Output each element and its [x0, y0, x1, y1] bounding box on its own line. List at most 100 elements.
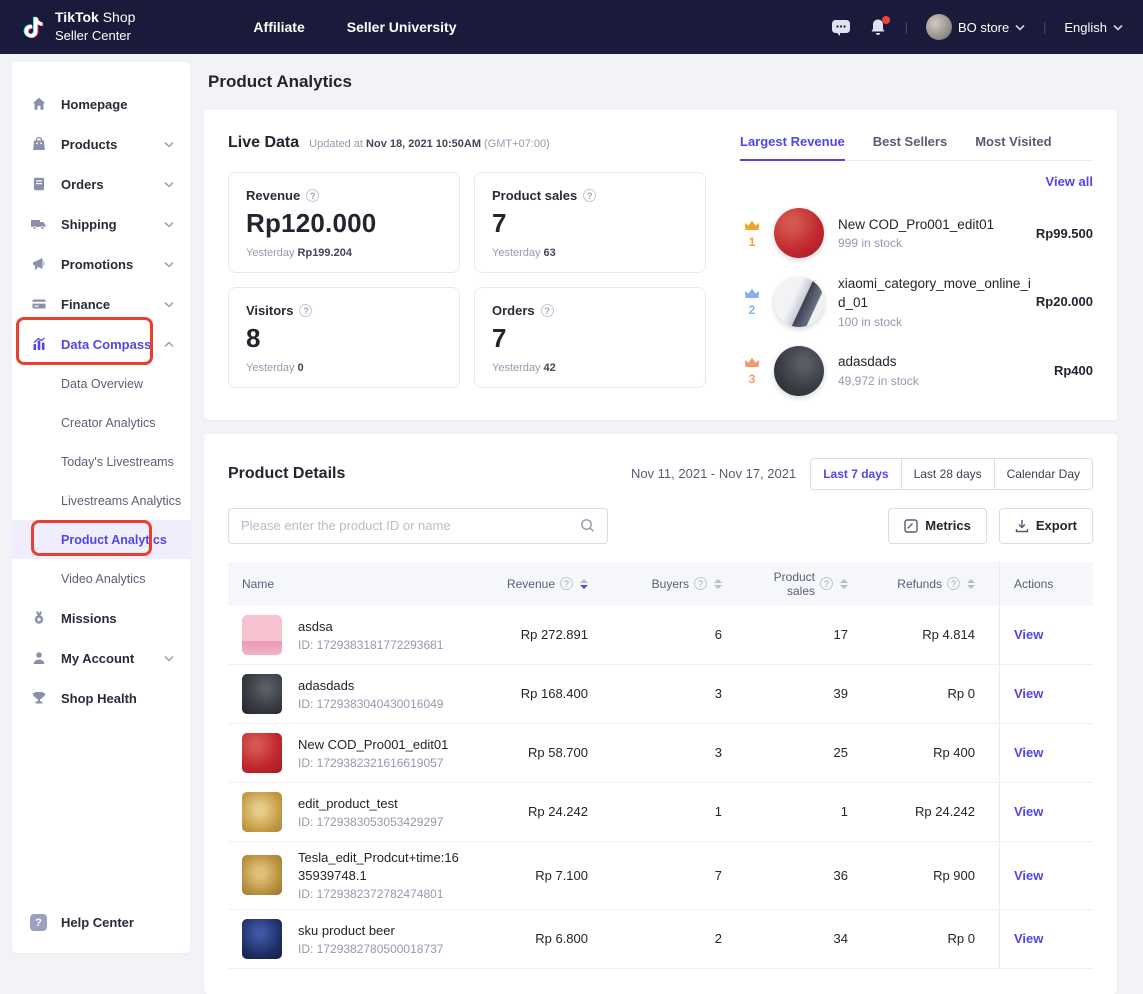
sidebar-subitem-livestreams-analytics[interactable]: Livestreams Analytics [12, 481, 190, 520]
search-icon[interactable] [580, 518, 595, 533]
column-header-buyers[interactable]: Buyers [624, 562, 744, 606]
shopping-bag-icon [30, 136, 47, 153]
view-link[interactable]: View [1014, 627, 1043, 642]
date-range-label: Nov 11, 2021 - Nov 17, 2021 [631, 466, 796, 481]
nav-link-affiliate[interactable]: Affiliate [253, 19, 304, 35]
notifications-bell-icon[interactable] [869, 18, 887, 37]
metrics-button[interactable]: Metrics [888, 508, 987, 544]
help-tooltip-icon[interactable] [583, 189, 596, 202]
sidebar-subitem-todays-livestreams[interactable]: Today's Livestreams [12, 442, 190, 481]
sidebar-subitem-video-analytics[interactable]: Video Analytics [12, 559, 190, 598]
buyers-value: 2 [624, 910, 744, 968]
tab-best-sellers[interactable]: Best Sellers [873, 134, 947, 160]
stat-card-orders: Orders 7 Yesterday42 [474, 287, 706, 388]
store-switcher[interactable]: BO store [926, 14, 1025, 40]
sidebar-item-missions[interactable]: Missions [12, 598, 190, 638]
revenue-value: Rp 24.242 [474, 783, 624, 841]
export-button[interactable]: Export [999, 508, 1093, 544]
product-sales-value: 17 [744, 606, 874, 664]
product-sales-value: 25 [744, 724, 874, 782]
period-calendar-day[interactable]: Calendar Day [995, 458, 1093, 490]
chevron-down-icon [164, 181, 174, 188]
product-name: Tesla_edit_Prodcut+time:1635939748.1 [298, 849, 464, 884]
tab-largest-revenue[interactable]: Largest Revenue [740, 134, 845, 160]
help-tooltip-icon[interactable] [694, 577, 707, 590]
help-tooltip-icon[interactable] [306, 189, 319, 202]
sort-icon[interactable] [580, 579, 588, 589]
nav-link-seller-university[interactable]: Seller University [347, 19, 457, 35]
period-last-7-days[interactable]: Last 7 days [810, 458, 901, 490]
sidebar-item-help-center[interactable]: Help Center [12, 914, 190, 931]
sidebar-subitem-product-analytics[interactable]: Product Analytics [12, 520, 190, 559]
product-image [242, 615, 282, 655]
product-image [242, 919, 282, 959]
column-header-actions: Actions [999, 562, 1093, 606]
help-tooltip-icon[interactable] [541, 304, 554, 317]
sidebar-item-promotions[interactable]: Promotions [12, 244, 190, 284]
nav-links: Affiliate Seller University [253, 19, 456, 35]
chat-icon[interactable] [831, 18, 851, 36]
view-link[interactable]: View [1014, 745, 1043, 760]
product-search-input[interactable] [241, 518, 580, 533]
download-icon [1015, 519, 1029, 533]
stat-value: 7 [492, 208, 688, 239]
ranking-item[interactable]: 1 New COD_Pro001_edit01 999 in stock Rp9… [740, 208, 1093, 258]
sidebar-item-data-compass[interactable]: Data Compass [12, 324, 190, 364]
period-last-28-days[interactable]: Last 28 days [902, 458, 995, 490]
ranked-product-name: adasdads [838, 353, 1034, 372]
stat-card-visitors: Visitors 8 Yesterday0 [228, 287, 460, 388]
tab-most-visited[interactable]: Most Visited [975, 134, 1051, 160]
product-search-box[interactable] [228, 508, 608, 544]
ranking-item[interactable]: 3 adasdads 49,972 in stock Rp400 [740, 346, 1093, 396]
view-link[interactable]: View [1014, 868, 1043, 883]
product-id: ID: 1729382372782474801 [298, 887, 464, 901]
view-link[interactable]: View [1014, 931, 1043, 946]
store-name: BO store [958, 20, 1009, 35]
sort-icon[interactable] [967, 579, 975, 589]
revenue-value: Rp 58.700 [474, 724, 624, 782]
help-tooltip-icon[interactable] [560, 577, 573, 590]
help-tooltip-icon[interactable] [820, 577, 833, 590]
view-link[interactable]: View [1014, 804, 1043, 819]
sidebar-subitem-creator-analytics[interactable]: Creator Analytics [12, 403, 190, 442]
product-name: New COD_Pro001_edit01 [298, 736, 448, 754]
product-name: adasdads [298, 677, 443, 695]
sort-icon[interactable] [840, 579, 848, 589]
ranked-product-revenue: Rp400 [1054, 363, 1093, 378]
ranked-product-name: New COD_Pro001_edit01 [838, 216, 1034, 235]
sidebar-item-shop-health[interactable]: Shop Health [12, 678, 190, 718]
nav-separator: | [1043, 20, 1046, 34]
sidebar-item-my-account[interactable]: My Account [12, 638, 190, 678]
language-selector[interactable]: English [1064, 20, 1123, 35]
top-navbar: TikTok Shop Seller Center Affiliate Sell… [0, 0, 1143, 54]
table-row: edit_product_test ID: 172938305305342929… [228, 783, 1093, 842]
brand-logo[interactable]: TikTok Shop Seller Center [20, 9, 135, 46]
live-data-updated: Updated at Nov 18, 2021 10:50AM (GMT+07:… [309, 138, 550, 150]
megaphone-icon [30, 256, 47, 273]
crown-icon [744, 218, 760, 236]
sidebar-item-shipping[interactable]: Shipping [12, 204, 190, 244]
help-tooltip-icon[interactable] [299, 304, 312, 317]
sidebar-item-orders[interactable]: Orders [12, 164, 190, 204]
sidebar-item-finance[interactable]: Finance [12, 284, 190, 324]
sidebar-item-homepage[interactable]: Homepage [12, 84, 190, 124]
sort-icon[interactable] [714, 579, 722, 589]
chevron-up-icon [164, 341, 174, 348]
column-header-product-sales[interactable]: Product sales [744, 562, 874, 606]
help-tooltip-icon[interactable] [947, 577, 960, 590]
view-link[interactable]: View [1014, 686, 1043, 701]
ranking-item[interactable]: 2 xiaomi_category_move_online_id_01 100 … [740, 275, 1093, 329]
table-row: asdsa ID: 1729383181772293681 Rp 272.891… [228, 606, 1093, 665]
crown-icon [744, 355, 760, 373]
sidebar: Homepage Products Orders Shipping Promot… [12, 62, 190, 953]
stat-value: 8 [246, 323, 442, 354]
products-table: Name Revenue Buyers [228, 562, 1093, 969]
column-header-revenue[interactable]: Revenue [474, 562, 624, 606]
sidebar-subitem-data-overview[interactable]: Data Overview [12, 364, 190, 403]
column-header-refunds[interactable]: Refunds [874, 562, 999, 606]
column-header-name[interactable]: Name [228, 562, 474, 606]
product-image [242, 674, 282, 714]
view-all-link[interactable]: View all [1046, 174, 1093, 189]
refunds-value: Rp 4.814 [874, 606, 999, 664]
sidebar-item-products[interactable]: Products [12, 124, 190, 164]
